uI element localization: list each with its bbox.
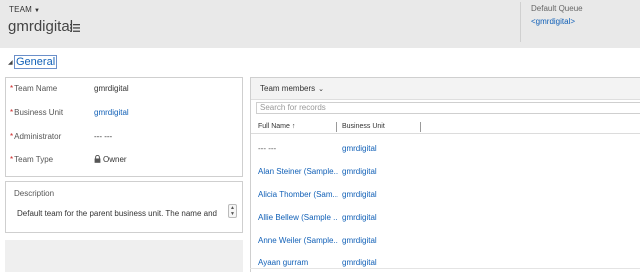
column-headers: Full Name ↑ Business Unit — [251, 120, 640, 134]
team-type-field: Owner — [94, 155, 127, 164]
team-name-label: *Team Name — [10, 84, 58, 93]
default-queue-link[interactable]: <gmrdigital> — [531, 17, 575, 26]
team-name-row: *Team Name gmrdigital — [6, 84, 242, 96]
business-unit-row: *Business Unit gmrdigital — [6, 108, 242, 120]
caret-down-icon: ▼ — [34, 8, 41, 14]
cell-business-unit[interactable]: gmrdigital — [342, 213, 377, 222]
cell-full-name[interactable]: Alicia Thomber (Sam... — [258, 190, 338, 199]
cell-full-name[interactable]: Anne Weiler (Sample... — [258, 236, 338, 245]
list-icon[interactable] — [70, 24, 80, 32]
cell-full-name[interactable]: Ayaan gurram — [258, 258, 338, 267]
triangle-icon[interactable]: ◢ — [8, 59, 13, 66]
general-form-card: *Team Name gmrdigital *Business Unit gmr… — [5, 77, 243, 177]
grid-title: Team members — [260, 84, 316, 93]
entity-type-menu[interactable]: TEAM ▼ — [9, 5, 40, 14]
team-type-value: Owner — [103, 155, 127, 164]
header-divider — [520, 2, 521, 42]
team-type-row: *Team Type Owner — [6, 155, 242, 167]
grid-header: Team members ⌄ — [251, 78, 640, 100]
record-title: gmrdigital — [8, 18, 74, 35]
column-header-full-name[interactable]: Full Name ↑ — [258, 123, 295, 130]
cell-full-name[interactable]: Allie Bellew (Sample ... — [258, 213, 338, 222]
empty-form-area — [5, 240, 243, 272]
description-textarea[interactable]: Default team for the parent business uni… — [17, 209, 222, 218]
administrator-field[interactable]: --- --- — [94, 132, 112, 141]
table-row[interactable]: Alicia Thomber (Sam... gmrdigital — [251, 190, 640, 202]
column-resize-handle[interactable] — [420, 122, 421, 132]
column-header-business-unit[interactable]: Business Unit — [342, 123, 385, 130]
search-input[interactable]: Search for records — [256, 102, 640, 114]
business-unit-label: *Business Unit — [10, 108, 64, 117]
cell-business-unit[interactable]: gmrdigital — [342, 190, 377, 199]
cell-business-unit[interactable]: gmrdigital — [342, 144, 377, 153]
table-row[interactable]: Anne Weiler (Sample... gmrdigital — [251, 236, 640, 248]
cell-business-unit[interactable]: gmrdigital — [342, 258, 377, 267]
administrator-label: *Administrator — [10, 132, 62, 141]
administrator-row: *Administrator --- --- — [6, 132, 242, 144]
column-resize-handle[interactable] — [336, 122, 337, 132]
spinner-icon[interactable]: ▲ ▼ — [228, 204, 237, 218]
cell-full-name[interactable]: --- --- — [258, 144, 338, 153]
entity-type-label: TEAM — [9, 5, 33, 14]
default-queue-label: Default Queue — [531, 4, 583, 13]
grid-view-selector[interactable]: Team members ⌄ — [260, 84, 324, 93]
table-row[interactable]: --- --- gmrdigital — [251, 144, 640, 156]
description-label: Description — [14, 189, 55, 198]
business-unit-link[interactable]: gmrdigital — [94, 108, 129, 117]
lock-icon — [94, 155, 101, 163]
cell-business-unit[interactable]: gmrdigital — [342, 167, 377, 176]
grid-bottom-divider — [250, 268, 640, 269]
section-title-general[interactable]: General — [14, 55, 58, 69]
description-card: Description Default team for the parent … — [5, 181, 243, 233]
chevron-down-icon: ⌄ — [318, 86, 324, 93]
cell-business-unit[interactable]: gmrdigital — [342, 236, 377, 245]
team-members-grid: Team members ⌄ Search for records Full Na… — [250, 77, 640, 272]
team-type-label: *Team Type — [10, 155, 54, 164]
table-row[interactable]: Allie Bellew (Sample ... gmrdigital — [251, 213, 640, 225]
team-name-field[interactable]: gmrdigital — [94, 84, 129, 93]
table-row[interactable]: Alan Steiner (Sample... gmrdigital — [251, 167, 640, 179]
cell-full-name[interactable]: Alan Steiner (Sample... — [258, 167, 338, 176]
record-header: TEAM ▼ gmrdigital Default Queue <gmrdigit… — [0, 0, 640, 48]
